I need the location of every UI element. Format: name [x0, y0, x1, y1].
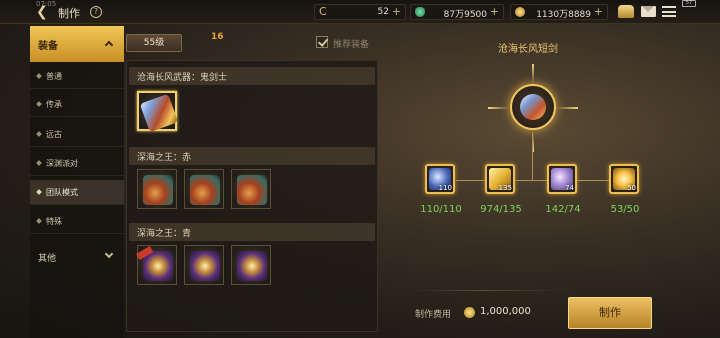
short-sword-icon — [520, 94, 546, 120]
top-bar: 07:05 ❮ 制作 ? C 52 + 87万9500 + 1130万8889 … — [0, 0, 720, 24]
add-currency-button[interactable]: + — [594, 5, 603, 18]
material-count: 74 — [565, 184, 574, 192]
recipe-list-panel: 沧海长风武器：鬼剑士 深海之王：赤 深海之王：青 — [126, 60, 378, 332]
group-header: 深海之王：青 — [129, 223, 375, 241]
sidebar-item-label: 深渊派对 — [46, 159, 78, 168]
diamond-bullet-icon — [36, 101, 42, 107]
add-currency-button[interactable]: + — [490, 5, 499, 18]
category-label: 其他 — [38, 254, 57, 264]
mail-icon[interactable] — [641, 6, 656, 17]
gem-icon — [415, 7, 425, 17]
category-equipment[interactable]: 装备 — [30, 26, 124, 62]
crafted-item-name: 沧海长风短剑 — [498, 44, 558, 55]
group-header: 深海之王：赤 — [129, 147, 375, 165]
glow-ray — [532, 64, 534, 84]
material-slot[interactable]: 110 — [425, 164, 455, 194]
sidebar-item-ancient[interactable]: 远古 — [30, 122, 124, 147]
sidebar-item-team-mode[interactable]: 团队模式 — [30, 180, 124, 205]
recipe-slot[interactable] — [137, 169, 177, 209]
material-requirement: 53/50 — [610, 204, 640, 215]
material-requirement: 110/110 — [420, 204, 462, 215]
sidebar-item-label: 远古 — [46, 130, 62, 139]
material-slot[interactable]: 135 — [485, 164, 515, 194]
material-count: 135 — [498, 184, 512, 192]
red-armor-icon — [143, 175, 173, 205]
group-title: 深海之王：赤 — [137, 153, 192, 163]
recipe-slot[interactable] — [231, 245, 271, 285]
diamond-bullet-icon — [36, 160, 42, 166]
gift-icon[interactable] — [618, 5, 634, 18]
diamond-bullet-icon — [36, 73, 42, 79]
sidebar-item-abyss-party[interactable]: 深渊派对 — [30, 151, 124, 176]
recipe-slot[interactable] — [184, 245, 224, 285]
diamond-bullet-icon — [36, 189, 42, 195]
blue-armor-icon — [143, 251, 173, 281]
group-title: 深海之王：青 — [137, 229, 192, 239]
glow-ray — [488, 107, 510, 109]
gold-coin-icon — [515, 7, 525, 17]
recommend-label: 推荐装备 — [333, 40, 370, 50]
sidebar-item-label: 传承 — [46, 100, 62, 109]
currency-value: 52 — [377, 7, 389, 17]
red-armor-icon — [190, 175, 220, 205]
category-label: 装备 — [38, 41, 58, 52]
group-title: 沧海长风武器：鬼剑士 — [137, 73, 228, 83]
add-currency-button[interactable]: + — [392, 5, 401, 18]
crafted-item-slot[interactable] — [510, 84, 556, 130]
material-count: 50 — [627, 184, 636, 192]
help-icon[interactable]: ? — [90, 6, 102, 18]
red-armor-icon — [237, 175, 267, 205]
material-count: 110 — [438, 184, 452, 192]
category-sidebar: 装备 普通 传承 远古 深渊派对 团队模式 特殊 其他 — [30, 26, 124, 338]
level-tab-partial[interactable]: 16 — [211, 32, 224, 42]
menu-icon[interactable] — [662, 6, 676, 17]
recommend-checkbox[interactable] — [316, 36, 328, 48]
diamond-bullet-icon — [36, 218, 42, 224]
currency-tera: C 52 + — [314, 4, 406, 20]
blue-armor-icon — [190, 251, 220, 281]
category-other[interactable]: 其他 — [30, 240, 124, 276]
blue-armor-icon — [237, 251, 267, 281]
currency-gem: 87万9500 + — [410, 4, 504, 20]
recipe-slot[interactable] — [136, 245, 177, 285]
level-tab-55[interactable]: 55级 — [126, 34, 182, 52]
recipe-slot[interactable] — [231, 169, 271, 209]
chevron-down-icon — [104, 249, 114, 259]
diamond-bullet-icon — [36, 131, 42, 137]
recipe-slot[interactable] — [184, 169, 224, 209]
sidebar-item-special[interactable]: 特殊 — [30, 209, 124, 234]
craft-button[interactable]: 制作 — [568, 297, 652, 329]
material-requirement: 142/74 — [545, 204, 581, 215]
recipe-slot-selected[interactable] — [137, 91, 179, 133]
currency-value: 1130万8889 — [536, 10, 591, 20]
material-slot[interactable]: 74 — [547, 164, 577, 194]
battery-indicator: 57 — [682, 0, 696, 7]
tera-icon: C — [319, 5, 327, 18]
currency-value: 87万9500 — [443, 10, 487, 20]
craft-cost-value: 1,000,000 — [480, 306, 531, 317]
chevron-up-icon — [104, 40, 114, 50]
sidebar-item-inherit[interactable]: 传承 — [30, 92, 124, 117]
divider — [410, 290, 560, 291]
material-slot[interactable]: 50 — [609, 164, 639, 194]
sidebar-item-normal[interactable]: 普通 — [30, 64, 124, 89]
sidebar-item-label: 普通 — [46, 72, 62, 81]
connector-line — [456, 180, 612, 181]
sidebar-item-label: 特殊 — [46, 217, 62, 226]
sidebar-item-label: 团队模式 — [46, 188, 78, 197]
back-arrow-icon[interactable]: ❮ — [36, 4, 52, 20]
group-header: 沧海长风武器：鬼剑士 — [129, 67, 375, 85]
gold-coin-icon — [464, 307, 475, 318]
connector-line — [532, 132, 533, 180]
page-title: 制作 — [58, 7, 80, 20]
short-sword-icon — [139, 93, 179, 133]
glow-ray — [556, 107, 578, 109]
material-requirement: 974/135 — [480, 204, 522, 215]
currency-gold: 1130万8889 + — [510, 4, 608, 20]
craft-cost-label: 制作费用 — [415, 310, 452, 320]
